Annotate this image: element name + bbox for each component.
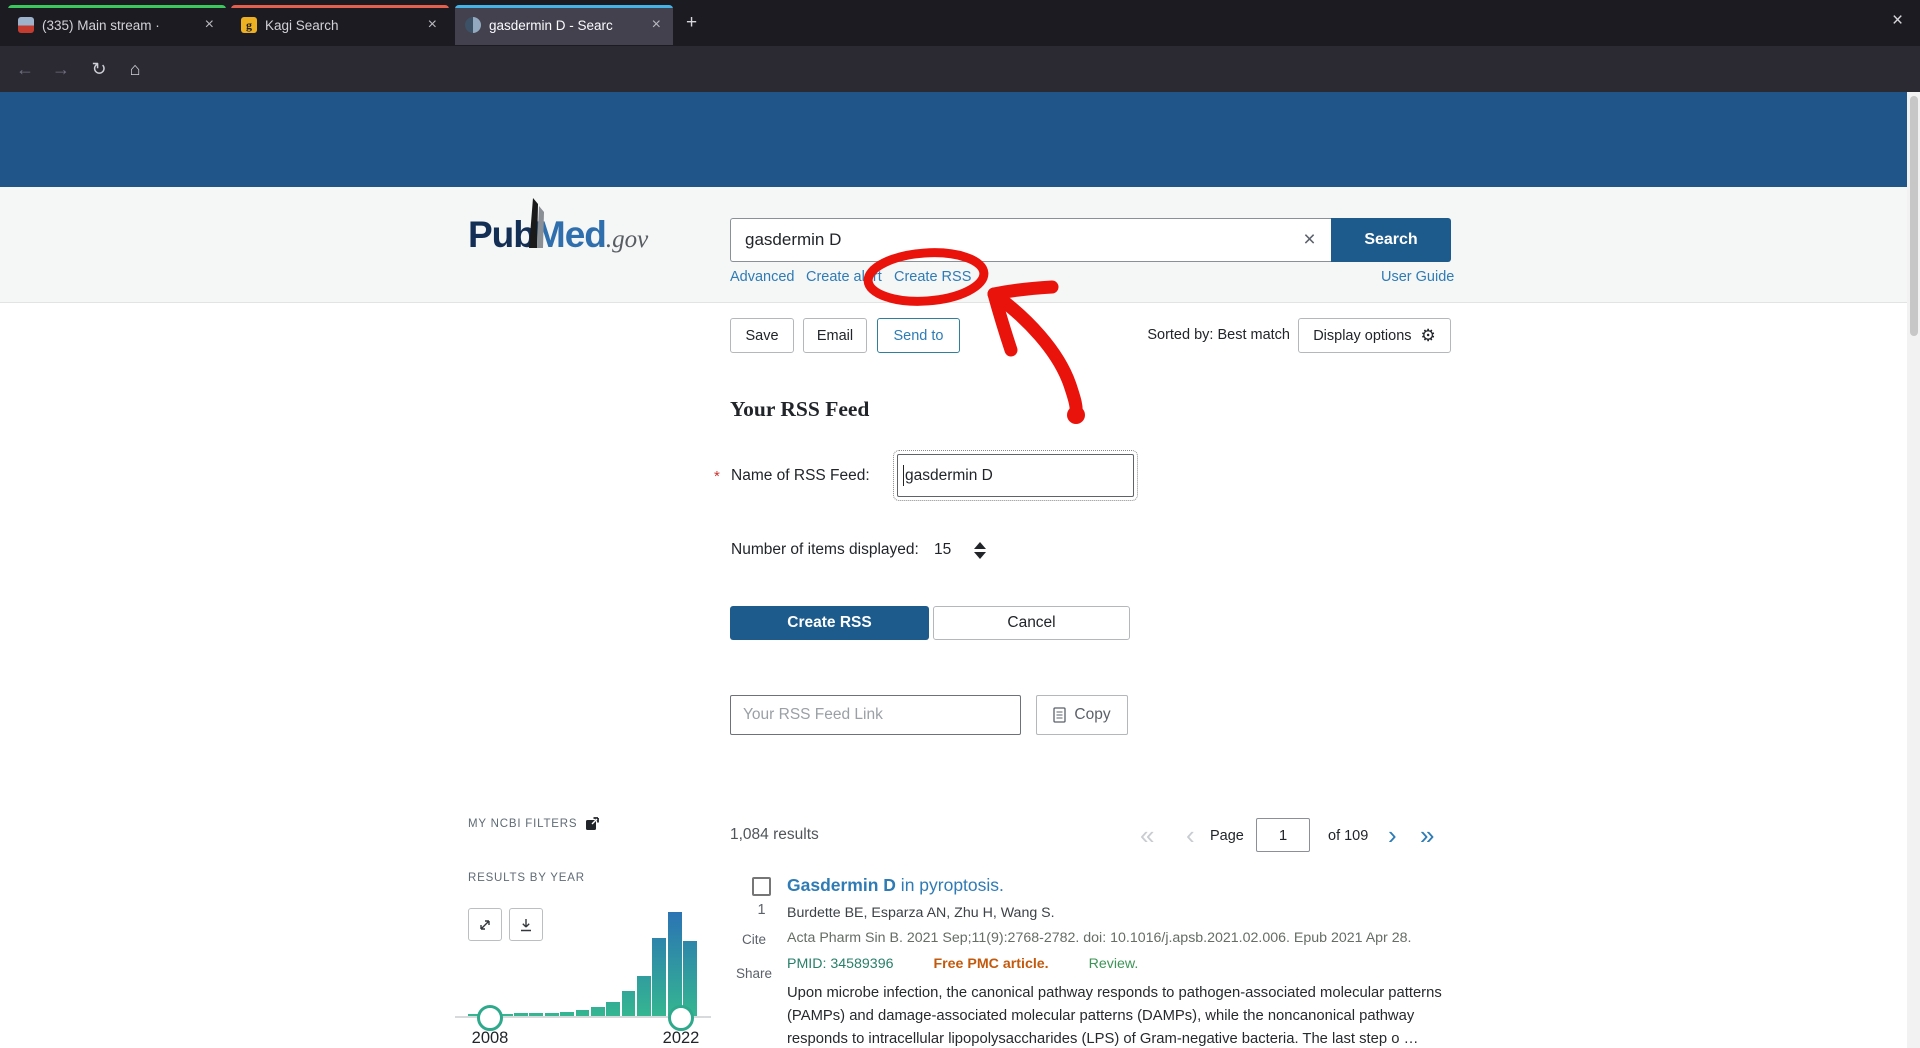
pubmed-favicon-icon	[465, 17, 481, 33]
result-title-link[interactable]: Gasdermin D in pyroptosis.	[787, 873, 1455, 897]
page-of-label: of 109	[1328, 828, 1368, 844]
items-stepper[interactable]	[974, 542, 986, 559]
display-options-button[interactable]: Display options ⚙	[1298, 318, 1451, 353]
result-pmid: PMID: 34589396	[787, 954, 893, 974]
results-by-year-label: RESULTS BY YEAR	[468, 872, 585, 884]
page-number-input[interactable]: 1	[1256, 818, 1310, 852]
browser-tab-1[interactable]: (335) Main stream ·×	[8, 5, 226, 45]
year-end-label: 2022	[658, 1029, 704, 1048]
previous-page-icon: ‹	[1186, 818, 1195, 852]
result-item: Gasdermin D in pyroptosis. Burdette BE, …	[787, 873, 1455, 1048]
navigation-bar: ← → ↻ ⌂ https://pubmed.ncbi.nlm.nih.gov/…	[0, 46, 1920, 92]
results-count: 1,084 results	[730, 826, 819, 844]
rss-feed-heading: Your RSS Feed	[730, 397, 869, 422]
required-asterisk: *	[714, 468, 720, 485]
browser-tab-3[interactable]: gasdermin D - Searc×	[455, 5, 673, 45]
rss-name-label: Name of RSS Feed:	[731, 467, 870, 485]
tab-close-icon[interactable]: ×	[201, 16, 218, 34]
rss-name-input[interactable]: gasdermin D	[897, 454, 1134, 497]
page-scrollbar-thumb[interactable]	[1910, 96, 1918, 336]
next-page-icon[interactable]: ›	[1388, 818, 1397, 852]
search-input[interactable]: gasdermin D	[730, 218, 1295, 262]
review-badge: Review.	[1089, 954, 1139, 974]
my-ncbi-filters-link[interactable]: MY NCBI FILTERS	[468, 817, 599, 831]
year-bar-2018[interactable]	[622, 991, 636, 1018]
back-icon[interactable]: ←	[10, 46, 40, 92]
sorted-by-label: Sorted by: Best match	[1147, 327, 1290, 343]
rss-feed-link-input[interactable]: Your RSS Feed Link	[730, 695, 1021, 735]
user-guide-link[interactable]: User Guide	[1381, 269, 1454, 285]
email-button[interactable]: Email	[803, 318, 867, 353]
first-page-icon: «	[1140, 818, 1154, 852]
results-by-year-chart	[468, 912, 697, 1018]
copy-button[interactable]: Copy	[1036, 695, 1128, 735]
pubmed-logo[interactable]: PubMed.gov	[468, 214, 648, 256]
free-pmc-badge[interactable]: Free PMC article.	[933, 954, 1048, 974]
items-displayed-label: Number of items displayed:	[731, 541, 919, 559]
clipboard-icon	[1053, 707, 1066, 723]
external-link-icon	[585, 817, 599, 831]
tab-close-icon[interactable]: ×	[648, 16, 665, 34]
year-slider-handle-start[interactable]	[477, 1005, 503, 1031]
gear-icon: ⚙	[1421, 326, 1436, 346]
send-to-button[interactable]: Send to	[877, 318, 960, 353]
result-meta-row: PMID: 34589396 Free PMC article. Review.	[787, 954, 1455, 974]
tab-title: Kagi Search	[265, 18, 424, 33]
clear-search-icon[interactable]: ×	[1288, 218, 1332, 262]
create-rss-button[interactable]: Create RSS	[730, 606, 929, 640]
tab-title: (335) Main stream ·	[42, 18, 201, 33]
year-bar-2019[interactable]	[637, 976, 651, 1018]
result-snippet: Upon microbe infection, the canonical pa…	[787, 982, 1455, 1048]
search-button[interactable]: Search	[1331, 218, 1451, 262]
page-label: Page	[1210, 828, 1244, 844]
items-displayed-value[interactable]: 15	[934, 541, 951, 559]
reload-icon[interactable]: ↻	[84, 46, 114, 92]
year-slider-handle-end[interactable]	[668, 1005, 694, 1031]
new-tab-button[interactable]: +	[686, 12, 697, 34]
red-arrow-annotation	[994, 287, 1076, 414]
stepper-down-icon[interactable]	[974, 552, 986, 559]
tab-title: gasdermin D - Searc	[489, 18, 648, 33]
create-alert-link[interactable]: Create alert	[806, 269, 882, 285]
forward-icon[interactable]: →	[46, 46, 76, 92]
result-checkbox[interactable]	[752, 877, 771, 896]
nlm-header: NIH National Library of Medicine Nationa…	[0, 92, 1920, 187]
save-button[interactable]: Save	[730, 318, 794, 353]
create-rss-link[interactable]: Create RSS	[894, 269, 971, 285]
share-button[interactable]: Share	[736, 966, 772, 981]
year-bar-2020[interactable]	[652, 938, 666, 1018]
stepper-up-icon[interactable]	[974, 542, 986, 549]
year-bar-2021[interactable]	[668, 912, 682, 1018]
tab-close-icon[interactable]: ×	[424, 16, 441, 34]
last-page-icon[interactable]: »	[1420, 818, 1434, 852]
window-close-icon[interactable]: ×	[1892, 10, 1903, 32]
browser-tab-2[interactable]: g Kagi Search×	[231, 5, 449, 45]
result-citation: Acta Pharm Sin B. 2021 Sep;11(9):2768-27…	[787, 928, 1455, 948]
stream-favicon-icon	[18, 17, 34, 33]
advanced-link[interactable]: Advanced	[730, 269, 795, 285]
browser-window: (335) Main stream ·×gKagi Search×gasderm…	[0, 0, 1920, 1048]
result-index: 1	[752, 902, 771, 918]
result-authors: Burdette BE, Esparza AN, Zhu H, Wang S.	[787, 903, 1455, 923]
tab-bar: (335) Main stream ·×gKagi Search×gasderm…	[0, 0, 1920, 46]
year-start-label: 2008	[467, 1029, 513, 1048]
cancel-button[interactable]: Cancel	[933, 606, 1130, 640]
home-icon[interactable]: ⌂	[120, 46, 150, 92]
pubmed-book-icon	[523, 196, 551, 248]
kagi-favicon-icon: g	[241, 17, 257, 33]
cite-button[interactable]: Cite	[742, 932, 766, 947]
text-caret	[903, 465, 904, 486]
